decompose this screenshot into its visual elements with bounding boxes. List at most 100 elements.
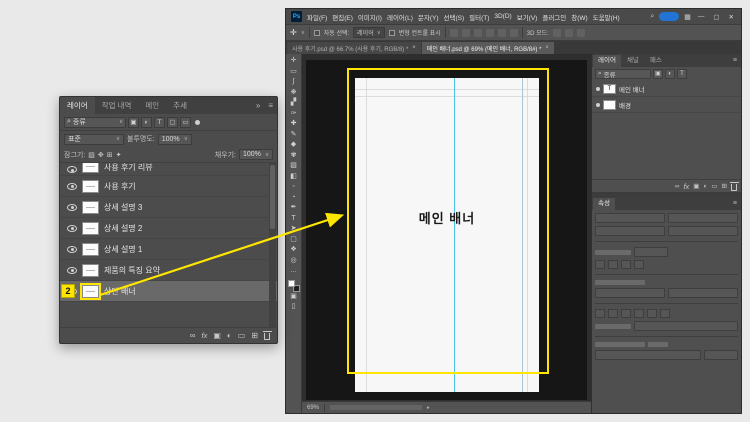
- auto-select-checkbox[interactable]: [313, 29, 320, 36]
- filter-shape-layers-icon[interactable]: ▢: [167, 116, 178, 128]
- pen-tool[interactable]: ✒: [286, 203, 301, 214]
- layer-thumbnail[interactable]: [82, 200, 99, 214]
- edit-toolbar-icon[interactable]: …: [286, 266, 301, 277]
- 3d-mode-icon[interactable]: [552, 28, 561, 37]
- screen-mode-icon[interactable]: ▯: [286, 302, 301, 313]
- panel-menu-icon[interactable]: ≡: [733, 198, 739, 210]
- quick-selection-tool[interactable]: ❋: [286, 88, 301, 99]
- menu-plugins[interactable]: 플러그인: [542, 12, 566, 22]
- filter-adjustment-layers-icon[interactable]: ◐: [665, 69, 675, 79]
- layer-row[interactable]: 사용 후기: [60, 176, 277, 197]
- align-left-icon[interactable]: [449, 28, 458, 37]
- property-icon-button[interactable]: [634, 260, 644, 269]
- minimize-button[interactable]: —: [696, 13, 707, 20]
- tab-properties[interactable]: 속성: [593, 198, 615, 210]
- filter-type-layers-icon[interactable]: T: [677, 69, 687, 79]
- tab-paths[interactable]: 패스: [645, 55, 667, 67]
- fill-input[interactable]: 100% ∨: [239, 149, 273, 160]
- hand-tool[interactable]: ❖: [286, 245, 301, 256]
- delete-layer-icon[interactable]: [730, 181, 739, 191]
- visibility-eye-icon[interactable]: [67, 224, 77, 232]
- gradient-tool[interactable]: ◧: [286, 172, 301, 183]
- visibility-eye-icon[interactable]: [596, 86, 600, 91]
- new-layer-icon[interactable]: ⊞: [251, 331, 258, 340]
- layer-name[interactable]: 사용 후기 리뷰: [104, 163, 153, 173]
- layer-name[interactable]: 상세 설명 1: [104, 244, 142, 255]
- tab-layers[interactable]: 레이어: [60, 97, 95, 114]
- link-layers-icon[interactable]: ∞: [675, 183, 680, 190]
- menu-layer[interactable]: 레이어(L): [387, 12, 413, 22]
- filter-pixel-layers-icon[interactable]: ▣: [128, 116, 139, 128]
- menu-window[interactable]: 창(W): [571, 12, 587, 22]
- brush-tool[interactable]: ✎: [286, 130, 301, 141]
- blur-tool[interactable]: ◦: [286, 182, 301, 193]
- property-field[interactable]: [595, 350, 701, 360]
- layer-name[interactable]: 배경: [619, 100, 631, 110]
- tab-history[interactable]: 작업 내역: [95, 97, 139, 114]
- menu-3d[interactable]: 3D(D): [494, 13, 511, 20]
- filter-toggle-icon[interactable]: [195, 119, 200, 125]
- menu-help[interactable]: 도움말(H): [593, 12, 620, 22]
- align-middle-icon[interactable]: [497, 28, 506, 37]
- shape-tool[interactable]: ▢: [286, 235, 301, 246]
- history-brush-tool[interactable]: ✾: [286, 151, 301, 162]
- layer-thumbnail[interactable]: T: [603, 83, 616, 94]
- menu-type[interactable]: 문자(Y): [418, 12, 439, 22]
- property-icon-button[interactable]: [621, 260, 631, 269]
- foreground-color-swatch[interactable]: [287, 279, 295, 287]
- layer-row-selected[interactable]: 2 상단 배너: [60, 281, 277, 302]
- filter-pixel-layers-icon[interactable]: ▣: [653, 69, 663, 79]
- visibility-eye-icon[interactable]: [596, 102, 600, 107]
- zoom-tool[interactable]: ◎: [286, 256, 301, 267]
- menu-filter[interactable]: 필터(T): [469, 12, 489, 22]
- menu-select[interactable]: 선택(S): [443, 12, 464, 22]
- lock-transparency-icon[interactable]: ▨: [88, 151, 95, 159]
- visibility-eye-icon[interactable]: [67, 166, 77, 173]
- dodge-tool[interactable]: ◔: [286, 193, 301, 204]
- layer-name[interactable]: 제품의 특징 요약: [104, 265, 160, 276]
- layer-thumbnail[interactable]: [82, 179, 99, 193]
- visibility-eye-icon[interactable]: [67, 266, 77, 274]
- canvas-area[interactable]: 메인 배너 69% ▸: [302, 54, 591, 413]
- type-tool[interactable]: T: [286, 214, 301, 225]
- panel-menu-icon[interactable]: ≡: [264, 97, 277, 114]
- tab-channels[interactable]: 채널: [622, 55, 644, 67]
- width-field[interactable]: [595, 213, 665, 223]
- quick-mask-icon[interactable]: ▣: [286, 292, 301, 303]
- layer-thumbnail[interactable]: [82, 221, 99, 235]
- tab-layers[interactable]: 레이어: [593, 55, 621, 67]
- layer-name[interactable]: 상단 배너: [104, 286, 136, 297]
- property-icon-button[interactable]: [608, 260, 618, 269]
- auto-select-target-select[interactable]: 레이어 ∨: [353, 27, 385, 38]
- layer-thumbnail[interactable]: [82, 242, 99, 256]
- layer-mask-icon[interactable]: ▣: [213, 331, 221, 340]
- new-group-icon[interactable]: ▭: [711, 182, 717, 190]
- share-button[interactable]: [659, 12, 680, 21]
- workspace-icon[interactable]: ▦: [684, 13, 691, 21]
- 3d-mode-icon[interactable]: [564, 28, 573, 37]
- property-field[interactable]: [668, 288, 738, 298]
- collapse-panel-icon[interactable]: »: [252, 97, 264, 114]
- layer-row[interactable]: 상세 설명 1: [60, 239, 277, 260]
- maximize-button[interactable]: ▢: [711, 13, 721, 21]
- menu-view[interactable]: 보기(V): [517, 12, 538, 22]
- lock-artboard-icon[interactable]: ⊞: [107, 151, 113, 159]
- menu-file[interactable]: 파일(F): [307, 12, 327, 22]
- lock-position-icon[interactable]: ✥: [98, 151, 104, 159]
- align-right-icon[interactable]: [473, 28, 482, 37]
- y-field[interactable]: [668, 226, 738, 236]
- artboard[interactable]: 메인 배너: [355, 78, 539, 392]
- layer-row[interactable]: 사용 후기 리뷰: [60, 163, 277, 176]
- property-field[interactable]: [634, 321, 738, 331]
- show-transform-checkbox[interactable]: [388, 29, 395, 36]
- property-field[interactable]: [595, 288, 665, 298]
- align-center-icon[interactable]: [461, 28, 470, 37]
- tab-4[interactable]: 추세: [166, 97, 194, 114]
- panel-menu-icon[interactable]: ≡: [733, 55, 739, 67]
- layer-thumbnail-highlighted[interactable]: [80, 282, 101, 300]
- layer-row[interactable]: 제품의 특징 요약: [60, 260, 277, 281]
- move-tool[interactable]: ✛: [286, 56, 301, 67]
- document-tab-main-banner[interactable]: 메인 배너.psd @ 69% (메인 배너, RGB/8#) * ×: [421, 42, 554, 54]
- layer-filter-type-select[interactable]: ⌕ 종류 ∨: [64, 116, 126, 128]
- layer-list-scrollbar[interactable]: [269, 163, 276, 327]
